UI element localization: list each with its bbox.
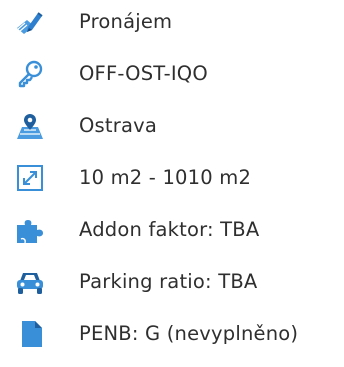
energy-certificate-label: PENB: G (nevyplněno) [79,322,299,345]
puzzle-icon [0,210,50,250]
reference-code-label: OFF-OST-IQO [79,62,208,85]
file-icon [0,314,50,354]
key-icon [0,54,50,94]
map-location-icon [0,106,50,146]
detail-row-area: 10 m2 - 1010 m2 [0,158,344,198]
detail-row-transaction-type: Pronájem [0,2,344,42]
detail-row-reference-code: OFF-OST-IQO [0,54,344,94]
pen-document-icon [0,2,50,42]
area-range-label: 10 m2 - 1010 m2 [79,166,252,189]
transaction-type-label: Pronájem [79,10,173,33]
city-label: Ostrava [79,114,158,137]
addon-factor-label: Addon faktor: TBA [79,218,260,241]
detail-row-city: Ostrava [0,106,344,146]
detail-row-energy-label: PENB: G (nevyplněno) [0,314,344,354]
car-icon [0,262,50,302]
resize-area-icon [0,158,50,198]
detail-row-parking-ratio: Parking ratio: TBA [0,262,344,302]
parking-ratio-label: Parking ratio: TBA [79,270,258,293]
detail-row-addon-factor: Addon faktor: TBA [0,210,344,250]
property-details-list: Pronájem OFF-OST-IQO Ostrava 10 m2 - 101… [0,0,344,367]
